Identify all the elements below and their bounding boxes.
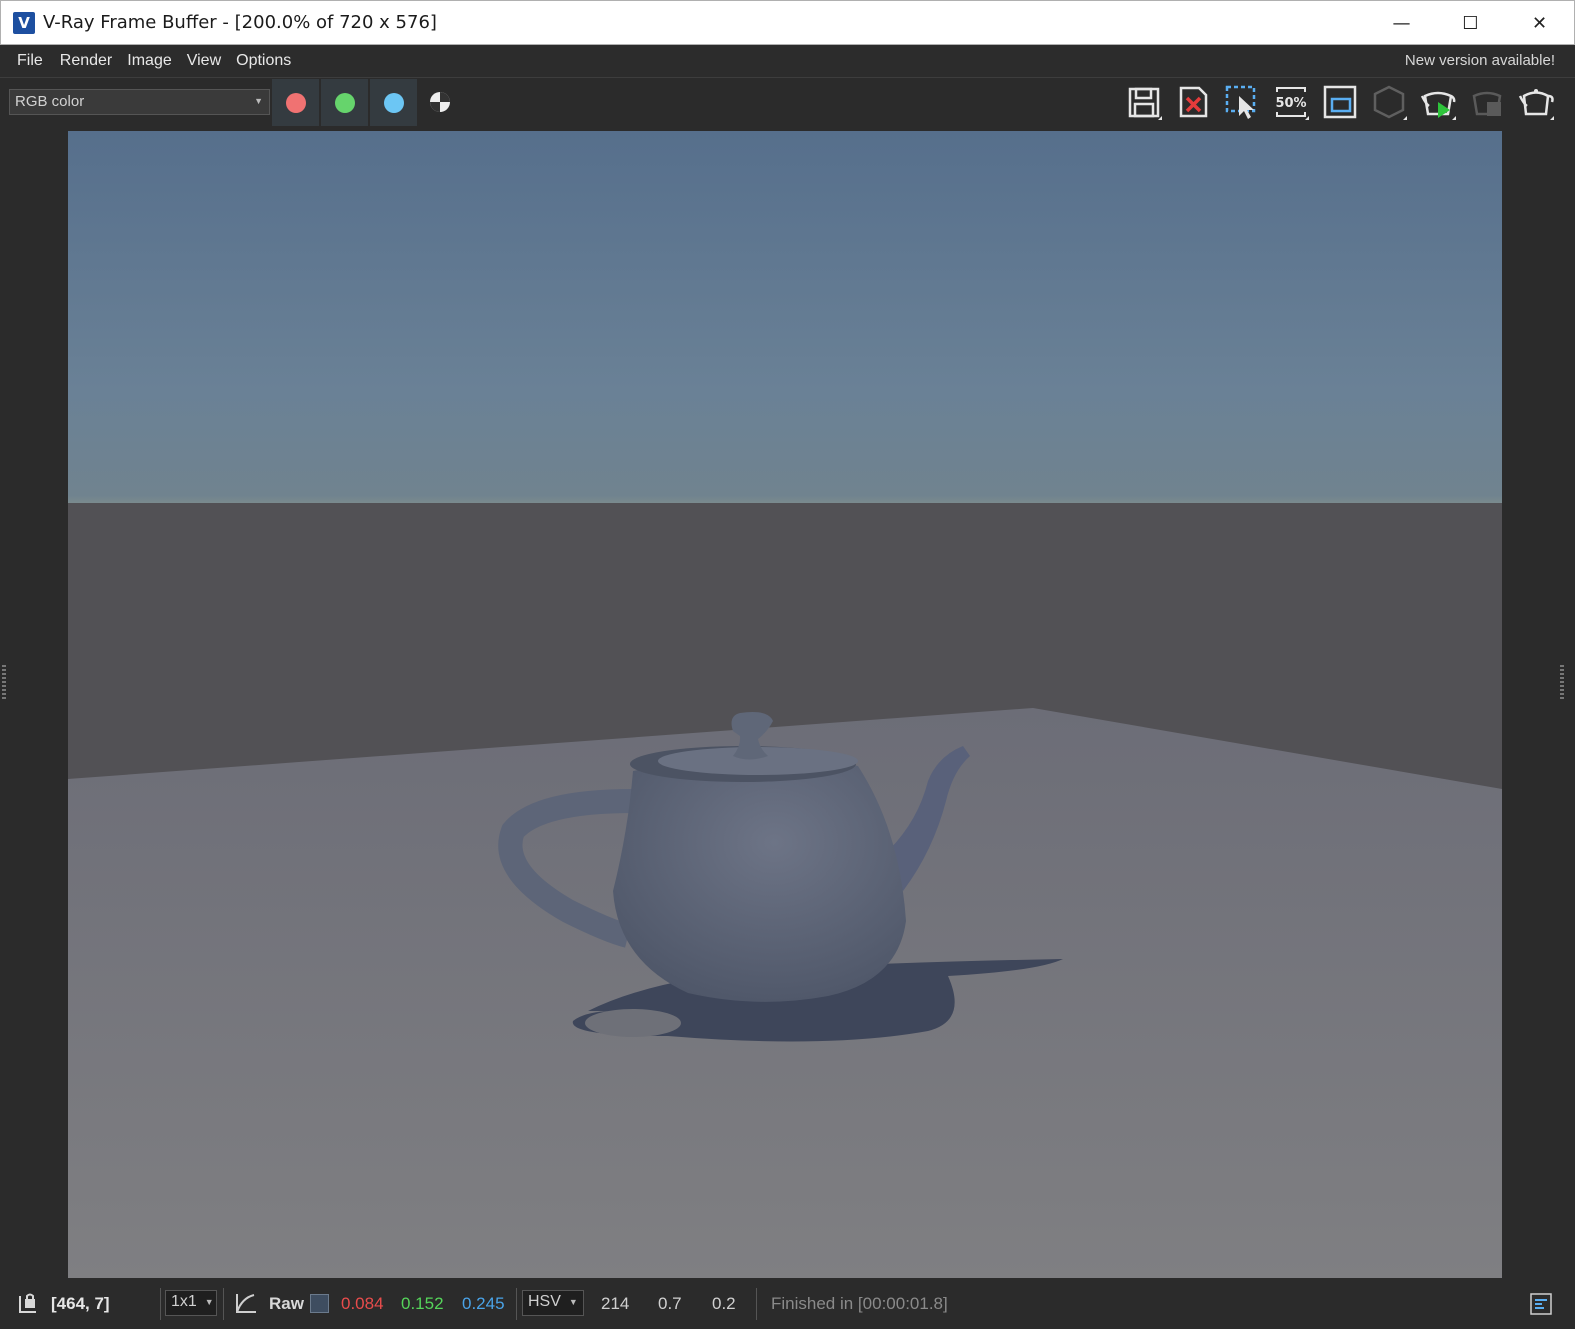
lock-coords-button[interactable] (16, 1292, 38, 1319)
track-mouse-icon (1373, 85, 1407, 120)
green-dot-icon (334, 92, 355, 113)
vray-logo-icon: V (13, 11, 35, 34)
rendered-image[interactable] (68, 131, 1502, 1278)
sample-size-value: 1x1 (171, 1293, 197, 1310)
menu-image[interactable]: Image (120, 52, 178, 70)
status-bar: [464, 7] 1x1 ▼ Raw 0.084 0.152 0.245 HSV ▼… (0, 1282, 1575, 1329)
show-history-icon (1323, 85, 1357, 119)
zoom-50-button[interactable]: 50% (1271, 84, 1311, 120)
curve-icon (236, 1294, 256, 1313)
pixel-color-swatch (310, 1294, 329, 1313)
region-select-icon (1225, 85, 1256, 119)
red-dot-icon (285, 92, 306, 113)
render-icon (1518, 89, 1554, 120)
saturation-value: 0.7 (658, 1294, 682, 1313)
render-button[interactable] (1516, 84, 1556, 120)
right-panel-grip[interactable] (1560, 665, 1564, 701)
color-mode-dropdown[interactable]: HSV ▼ (522, 1290, 584, 1316)
log-icon (1530, 1293, 1552, 1315)
render-status-message: Finished in [00:00:01.8] (771, 1294, 948, 1313)
minimize-button[interactable]: — (1367, 1, 1436, 46)
show-history-button[interactable] (1320, 84, 1360, 120)
svg-text:50%: 50% (1275, 96, 1306, 111)
alpha-icon (430, 92, 450, 112)
chevron-down-icon: ▼ (254, 96, 263, 106)
pixel-coordinates: [464, 7] (51, 1294, 110, 1313)
sample-size-dropdown[interactable]: 1x1 ▼ (165, 1290, 217, 1316)
log-button[interactable] (1530, 1293, 1552, 1320)
save-icon (1128, 87, 1162, 120)
new-version-notice[interactable]: New version available! (1405, 52, 1555, 69)
menu-view[interactable]: View (180, 52, 228, 70)
window-title: V-Ray Frame Buffer - [200.0% of 720 x 57… (43, 12, 437, 33)
start-interactive-render-button[interactable] (1418, 84, 1458, 120)
green-value: 0.152 (401, 1294, 444, 1313)
left-panel-grip[interactable] (2, 665, 6, 701)
menu-file[interactable]: File (10, 52, 50, 70)
lock-pointer-icon (19, 1293, 36, 1313)
start-interactive-render-icon (1420, 91, 1456, 120)
toolbar: RGB color ▼ 50% (0, 78, 1575, 130)
track-mouse-button[interactable] (1369, 84, 1409, 120)
red-channel-button[interactable] (272, 79, 319, 126)
menu-options[interactable]: Options (229, 52, 298, 70)
raw-label: Raw (269, 1294, 304, 1313)
channel-dropdown[interactable]: RGB color ▼ (9, 89, 270, 115)
green-channel-button[interactable] (321, 79, 368, 126)
red-value: 0.084 (341, 1294, 384, 1313)
separator (516, 1288, 517, 1320)
maximize-button[interactable]: ☐ (1436, 1, 1505, 46)
clear-image-icon (1179, 86, 1208, 118)
region-render-button[interactable] (1222, 84, 1262, 120)
teapot-render (68, 131, 1502, 1278)
value-value: 0.2 (712, 1294, 736, 1313)
blue-channel-button[interactable] (370, 79, 417, 126)
zoom-50-icon: 50% (1275, 87, 1309, 120)
clear-image-button[interactable] (1173, 84, 1213, 120)
blue-dot-icon (383, 92, 404, 113)
stop-render-icon (1472, 91, 1502, 116)
blue-value: 0.245 (462, 1294, 505, 1313)
chevron-down-icon: ▼ (568, 1296, 578, 1307)
color-correction-button[interactable] (234, 1292, 258, 1319)
title-bar: V V-Ray Frame Buffer - [200.0% of 720 x … (0, 0, 1575, 45)
separator (223, 1288, 224, 1320)
alpha-channel-button[interactable] (428, 90, 452, 114)
menu-bar: File Render Image View Options New versi… (0, 45, 1575, 78)
separator (160, 1288, 161, 1320)
stop-render-button[interactable] (1467, 84, 1507, 120)
menu-render[interactable]: Render (53, 52, 119, 70)
hue-value: 214 (601, 1294, 630, 1313)
separator (756, 1288, 757, 1320)
save-button[interactable] (1124, 84, 1164, 120)
window-controls: — ☐ ✕ (1367, 1, 1574, 46)
chevron-down-icon: ▼ (204, 1296, 214, 1307)
close-button[interactable]: ✕ (1505, 1, 1574, 46)
channel-dropdown-value: RGB color (15, 93, 85, 110)
color-mode-value: HSV (528, 1293, 561, 1310)
